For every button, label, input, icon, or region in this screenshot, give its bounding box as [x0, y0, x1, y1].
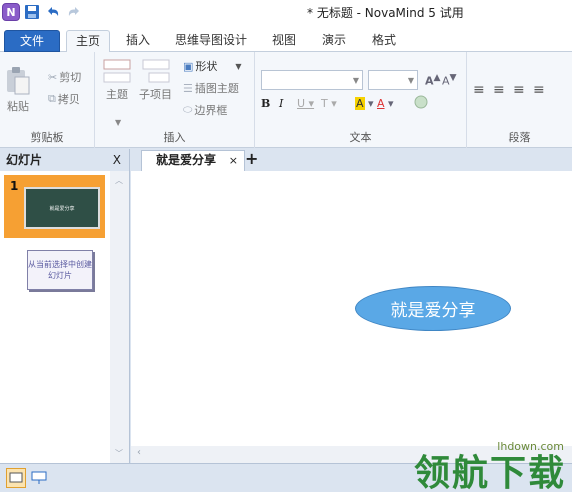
tab-mindmap-design[interactable]: 思维导图设计	[170, 30, 252, 52]
watermark-text: 领航下载	[413, 453, 566, 492]
watermark: lhdown.com 领航下载	[352, 440, 572, 492]
tab-insert[interactable]: 插入	[118, 30, 158, 52]
clipboard-group: 粘贴 ✂ 剪切 ⧉ 拷贝 剪贴板	[0, 52, 95, 148]
tab-format[interactable]: 格式	[364, 30, 404, 52]
slides-scrollbar[interactable]: ︿ ﹀	[110, 171, 129, 463]
scroll-up-icon[interactable]: ︿	[115, 175, 123, 186]
tab-present[interactable]: 演示	[314, 30, 354, 52]
tab-home[interactable]: 主页	[66, 30, 110, 53]
chevron-down-icon: ▼	[352, 76, 359, 85]
insert-group: 主题 子项目 ▼ ▣ 形状 ▼ ☰ 插图主题 ⬭ 边界框 插入	[95, 52, 255, 148]
subtopic-icon	[142, 59, 169, 83]
slide-view-icon[interactable]	[6, 468, 26, 488]
strikethrough-icon[interactable]: T ▾	[321, 97, 337, 110]
underline-icon[interactable]: U ▾	[297, 97, 314, 110]
close-icon[interactable]: X	[113, 149, 121, 171]
scissors-icon: ✂	[48, 70, 58, 84]
font-color-icon[interactable]: A ▾	[377, 97, 394, 110]
paste-button[interactable]: 粘贴	[5, 66, 31, 114]
save-icon[interactable]	[23, 3, 41, 21]
text-group-label: 文本	[349, 131, 372, 144]
font-family-select[interactable]: ▼	[261, 70, 363, 90]
topic-label: 主题	[106, 88, 128, 101]
undo-icon[interactable]	[44, 3, 62, 21]
paragraph-group-label: 段落	[508, 131, 531, 144]
chevron-down-icon: ▼	[407, 76, 414, 85]
quick-access-toolbar: N	[2, 3, 83, 21]
app-window: N * 无标题 - NovaMind 5 试用 文件 主页 插入 思维导图设计 …	[0, 0, 572, 492]
central-topic-node[interactable]: 就是爱分享	[355, 286, 511, 331]
add-tab-icon[interactable]: +	[245, 149, 258, 168]
align-left-icon[interactable]: ≡	[473, 82, 487, 98]
doc-tab-label: 就是爱分享	[156, 153, 217, 167]
presentation-view-icon[interactable]	[30, 469, 48, 487]
font-size-select[interactable]: ▼	[368, 70, 418, 90]
subtopic-button[interactable]: 子项目	[139, 58, 172, 102]
window-title: * 无标题 - NovaMind 5 试用	[307, 6, 464, 20]
shrink-font-icon[interactable]: A▼	[442, 72, 457, 88]
cut-button[interactable]: ✂ 剪切	[48, 69, 81, 85]
text-group: ▼ ▼ A▲ A▼ B I U ▾ T ▾ A ▾ A ▾ 文本	[255, 52, 467, 148]
chevron-down-icon: ▼	[115, 118, 122, 127]
callout-icon: ☰	[183, 81, 193, 95]
scroll-down-icon[interactable]: ﹀	[115, 448, 123, 459]
copy-button[interactable]: ⧉ 拷贝	[48, 91, 80, 107]
close-icon[interactable]: ×	[229, 151, 238, 170]
slide-preview-text: 就是爱分享	[49, 205, 75, 212]
slide-list: 1 就是爱分享 从当前选择中创建幻灯片	[0, 171, 110, 463]
clear-format-icon[interactable]	[413, 94, 429, 113]
ribbon-tabs: 文件 主页 插入 思维导图设计 视图 演示 格式	[0, 26, 572, 53]
boundary-button[interactable]: ⬭ 边界框	[183, 102, 227, 118]
doc-tab-active[interactable]: 就是爱分享 ×	[141, 150, 245, 171]
paste-icon	[7, 67, 30, 95]
subtopic-label: 子项目	[139, 88, 172, 101]
copy-label: 拷贝	[57, 93, 80, 106]
slide-thumbnail-selected[interactable]: 1 就是爱分享	[4, 175, 105, 238]
scroll-left-icon[interactable]: ‹	[137, 447, 141, 458]
clipboard-group-label: 剪贴板	[30, 131, 64, 144]
copy-icon: ⧉	[48, 92, 56, 105]
slides-pane: 幻灯片 X 1 就是爱分享 从当前选择中创建幻灯片 ︿ ﹀	[0, 149, 130, 463]
align-center-icon[interactable]: ≡	[493, 82, 505, 98]
topic-dropdown[interactable]: ▼	[115, 118, 121, 127]
chevron-down-icon: ▼	[235, 61, 242, 71]
topic-icon	[103, 59, 131, 83]
insert-group-label: 插入	[163, 131, 186, 144]
bold-icon[interactable]: B	[261, 97, 270, 110]
callout-label: 插图主题	[194, 82, 239, 95]
shape-icon: ▣	[183, 59, 194, 73]
justify-icon[interactable]: ≡	[533, 82, 545, 98]
tab-view[interactable]: 视图	[264, 30, 304, 52]
topic-button[interactable]: 主题	[102, 58, 132, 102]
title-bar: N * 无标题 - NovaMind 5 试用	[0, 0, 572, 26]
italic-icon[interactable]: I	[279, 97, 283, 110]
highlight-color-icon[interactable]: A ▾	[355, 97, 374, 110]
paragraph-group: ≡ ≡ ≡ ≡ 段落	[467, 52, 572, 148]
cut-label: 剪切	[59, 71, 82, 84]
slides-pane-header: 幻灯片 X	[0, 149, 129, 171]
boundary-label: 边界框	[194, 104, 228, 117]
redo-icon[interactable]	[65, 3, 83, 21]
slide-number: 1	[10, 179, 19, 193]
boundary-icon: ⬭	[183, 103, 193, 116]
shape-button[interactable]: ▣ 形状 ▼	[183, 58, 242, 74]
mindmap-canvas[interactable]: 就是爱分享	[131, 171, 572, 446]
ribbon: 粘贴 ✂ 剪切 ⧉ 拷贝 剪贴板 主题 子项目 ▼ ▣ 形状 ▼ ☰ 插图主题 …	[0, 52, 572, 148]
slides-pane-title: 幻灯片	[6, 153, 43, 167]
tab-file[interactable]: 文件	[4, 30, 60, 52]
document-tabs: 就是爱分享 × +	[131, 149, 572, 171]
callout-topic-button[interactable]: ☰ 插图主题	[183, 80, 239, 96]
app-icon[interactable]: N	[2, 3, 20, 21]
grow-font-icon[interactable]: A▲	[425, 72, 441, 88]
shape-label: 形状	[195, 60, 218, 73]
slide-preview: 就是爱分享	[24, 187, 100, 229]
paste-label: 粘贴	[7, 100, 29, 113]
new-slide-from-selection-button[interactable]: 从当前选择中创建幻灯片	[27, 250, 93, 290]
align-right-icon[interactable]: ≡	[513, 82, 525, 98]
